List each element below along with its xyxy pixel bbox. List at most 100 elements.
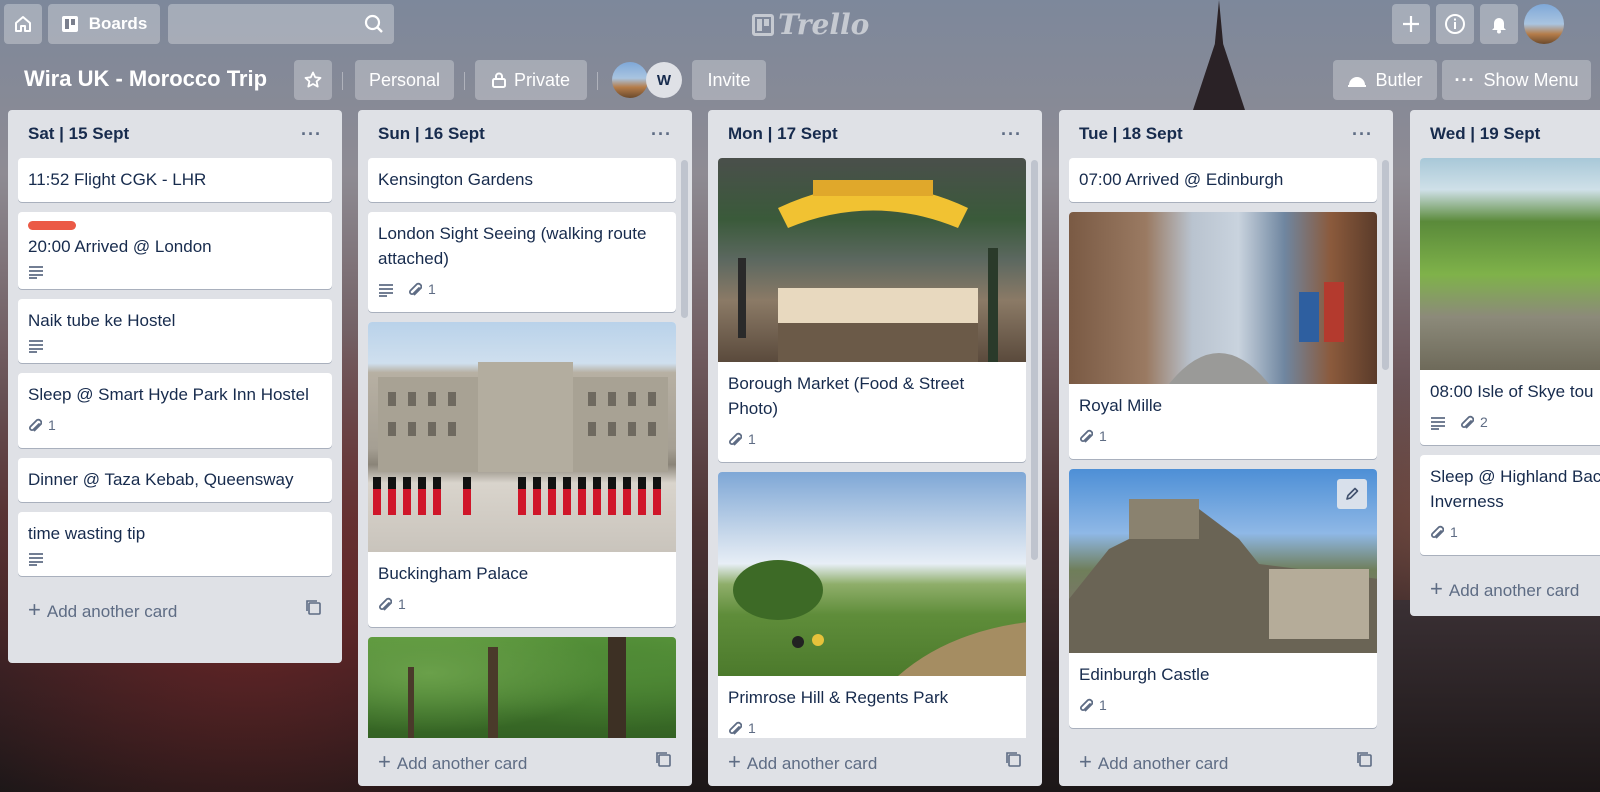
add-card-button[interactable]: + Add another card xyxy=(1430,576,1579,602)
member-avatar[interactable] xyxy=(612,62,648,98)
card[interactable]: Dinner @ Taza Kebab, Queensway xyxy=(18,458,332,502)
template-icon[interactable] xyxy=(656,751,672,773)
card[interactable]: Royal Mille 1 xyxy=(1069,212,1377,459)
card[interactable]: Sleep @ Smart Hyde Park Inn Hostel 1 xyxy=(18,373,332,448)
card-label-red[interactable] xyxy=(28,221,76,230)
show-menu-label: Show Menu xyxy=(1483,69,1579,90)
member-avatar-initial[interactable]: W xyxy=(646,62,682,98)
create-button[interactable] xyxy=(1392,4,1430,44)
list-header[interactable]: Sun | 16 Sept ··· xyxy=(358,110,692,158)
add-card-row[interactable]: + Add another card xyxy=(1059,738,1393,786)
card-list: Borough Market (Food & Street Photo) 1 P… xyxy=(708,158,1042,738)
team-button[interactable]: Personal xyxy=(355,60,454,100)
card[interactable]: 07:00 Arrived @ Edinburgh xyxy=(1069,158,1377,202)
add-card-label: Add another card xyxy=(396,754,528,773)
list-menu-icon[interactable]: ··· xyxy=(1001,124,1022,145)
search-input[interactable] xyxy=(168,4,394,44)
card-title: time wasting tip xyxy=(28,524,146,543)
attachment-badge: 1 xyxy=(28,413,56,438)
card[interactable]: Buckingham Palace 1 xyxy=(368,322,676,627)
card[interactable]: Kensington Gardens xyxy=(368,158,676,202)
show-menu-button[interactable]: ··· Show Menu xyxy=(1442,60,1591,100)
home-icon xyxy=(15,16,31,32)
home-button[interactable] xyxy=(4,4,42,44)
card-list: 11:52 Flight CGK - LHR 20:00 Arrived @ L… xyxy=(8,158,342,586)
attachment-count: 1 xyxy=(748,720,756,736)
attachment-count: 1 xyxy=(48,417,56,433)
star-button[interactable] xyxy=(294,60,332,100)
add-card-row[interactable]: + Add another card xyxy=(1410,565,1600,613)
list-scrollbar[interactable] xyxy=(681,160,688,318)
list-title[interactable]: Sat | 15 Sept xyxy=(28,124,129,144)
list-header[interactable]: Sat | 15 Sept ··· xyxy=(8,110,342,158)
add-card-row[interactable]: + Add another card xyxy=(708,738,1042,786)
card[interactable]: Sleep @ Highland Bac Inverness 1 xyxy=(1420,455,1600,555)
card-title: 20:00 Arrived @ London xyxy=(28,237,212,256)
card[interactable]: Primrose Hill & Regents Park 1 xyxy=(718,472,1026,738)
card-list: 08:00 Isle of Skye tou 2 Sleep @ Highlan… xyxy=(1410,158,1600,565)
add-card-button[interactable]: + Add another card xyxy=(28,597,177,623)
boards-label: Boards xyxy=(88,14,148,33)
top-bar: Boards Trello xyxy=(0,0,1600,48)
board-title[interactable]: Wira UK - Morocco Trip xyxy=(24,66,267,92)
attachment-badge: 1 xyxy=(728,427,756,452)
plus-icon: + xyxy=(378,749,391,774)
attachment-count: 1 xyxy=(398,596,406,612)
visibility-button[interactable]: Private xyxy=(475,60,587,100)
paperclip-icon xyxy=(409,282,422,295)
ellipsis-icon: ··· xyxy=(1454,69,1476,90)
card[interactable]: time wasting tip xyxy=(18,512,332,576)
boards-button[interactable]: Boards xyxy=(48,4,160,44)
add-card-button[interactable]: + Add another card xyxy=(1079,749,1228,775)
attachment-count: 1 xyxy=(748,431,756,447)
notifications-button[interactable] xyxy=(1480,4,1518,44)
card-cover-image xyxy=(368,637,676,738)
card-title: 08:00 Isle of Skye tou xyxy=(1430,382,1594,401)
add-card-label: Add another card xyxy=(746,754,878,773)
attachment-badge: 1 xyxy=(1079,693,1107,718)
list-title[interactable]: Mon | 17 Sept xyxy=(728,124,838,144)
card[interactable]: 11:52 Flight CGK - LHR xyxy=(18,158,332,202)
attachment-badge: 1 xyxy=(378,592,406,617)
add-card-button[interactable]: + Add another card xyxy=(728,749,877,775)
list-menu-icon[interactable]: ··· xyxy=(301,124,322,145)
card[interactable]: London Sight Seeing (walking route attac… xyxy=(368,212,676,312)
list-menu-icon[interactable]: ··· xyxy=(651,124,672,145)
paperclip-icon xyxy=(1431,525,1444,538)
bell-icon xyxy=(1492,18,1506,34)
info-button[interactable] xyxy=(1436,4,1474,44)
list-header[interactable]: Wed | 19 Sept xyxy=(1410,110,1600,158)
template-icon[interactable] xyxy=(1006,751,1022,773)
list-title[interactable]: Tue | 18 Sept xyxy=(1079,124,1183,144)
list-header[interactable]: Mon | 17 Sept ··· xyxy=(708,110,1042,158)
card-title: Primrose Hill & Regents Park xyxy=(728,688,949,707)
edit-card-button[interactable] xyxy=(1337,479,1367,509)
list-scrollbar[interactable] xyxy=(1382,160,1389,370)
add-card-row[interactable]: + Add another card xyxy=(358,738,692,786)
list-title[interactable]: Sun | 16 Sept xyxy=(378,124,485,144)
list-menu-icon[interactable]: ··· xyxy=(1352,124,1373,145)
trello-logo[interactable]: Trello xyxy=(752,8,869,41)
profile-avatar[interactable] xyxy=(1524,4,1564,44)
butler-button[interactable]: Butler xyxy=(1333,60,1437,100)
template-icon[interactable] xyxy=(1357,751,1373,773)
card[interactable]: 20:00 Arrived @ London xyxy=(18,212,332,289)
attachment-count: 1 xyxy=(1099,697,1107,713)
card[interactable]: Borough Market (Food & Street Photo) 1 xyxy=(718,158,1026,462)
card[interactable]: 08:00 Isle of Skye tou 2 xyxy=(1420,158,1600,445)
attachment-badge: 2 xyxy=(1460,410,1488,435)
card[interactable]: Edinburgh Castle 1 xyxy=(1069,469,1377,728)
template-icon[interactable] xyxy=(306,599,322,621)
card-title: Buckingham Palace xyxy=(378,564,529,583)
pencil-icon xyxy=(1346,487,1359,500)
attachment-count: 1 xyxy=(428,281,436,297)
add-card-label: Add another card xyxy=(1448,581,1580,600)
add-card-row[interactable]: + Add another card xyxy=(8,586,342,634)
list-scrollbar[interactable] xyxy=(1031,160,1038,560)
invite-button[interactable]: Invite xyxy=(692,60,766,100)
list-header[interactable]: Tue | 18 Sept ··· xyxy=(1059,110,1393,158)
card[interactable] xyxy=(368,637,676,738)
add-card-button[interactable]: + Add another card xyxy=(378,749,527,775)
card[interactable]: Naik tube ke Hostel xyxy=(18,299,332,363)
list-title[interactable]: Wed | 19 Sept xyxy=(1430,124,1540,144)
